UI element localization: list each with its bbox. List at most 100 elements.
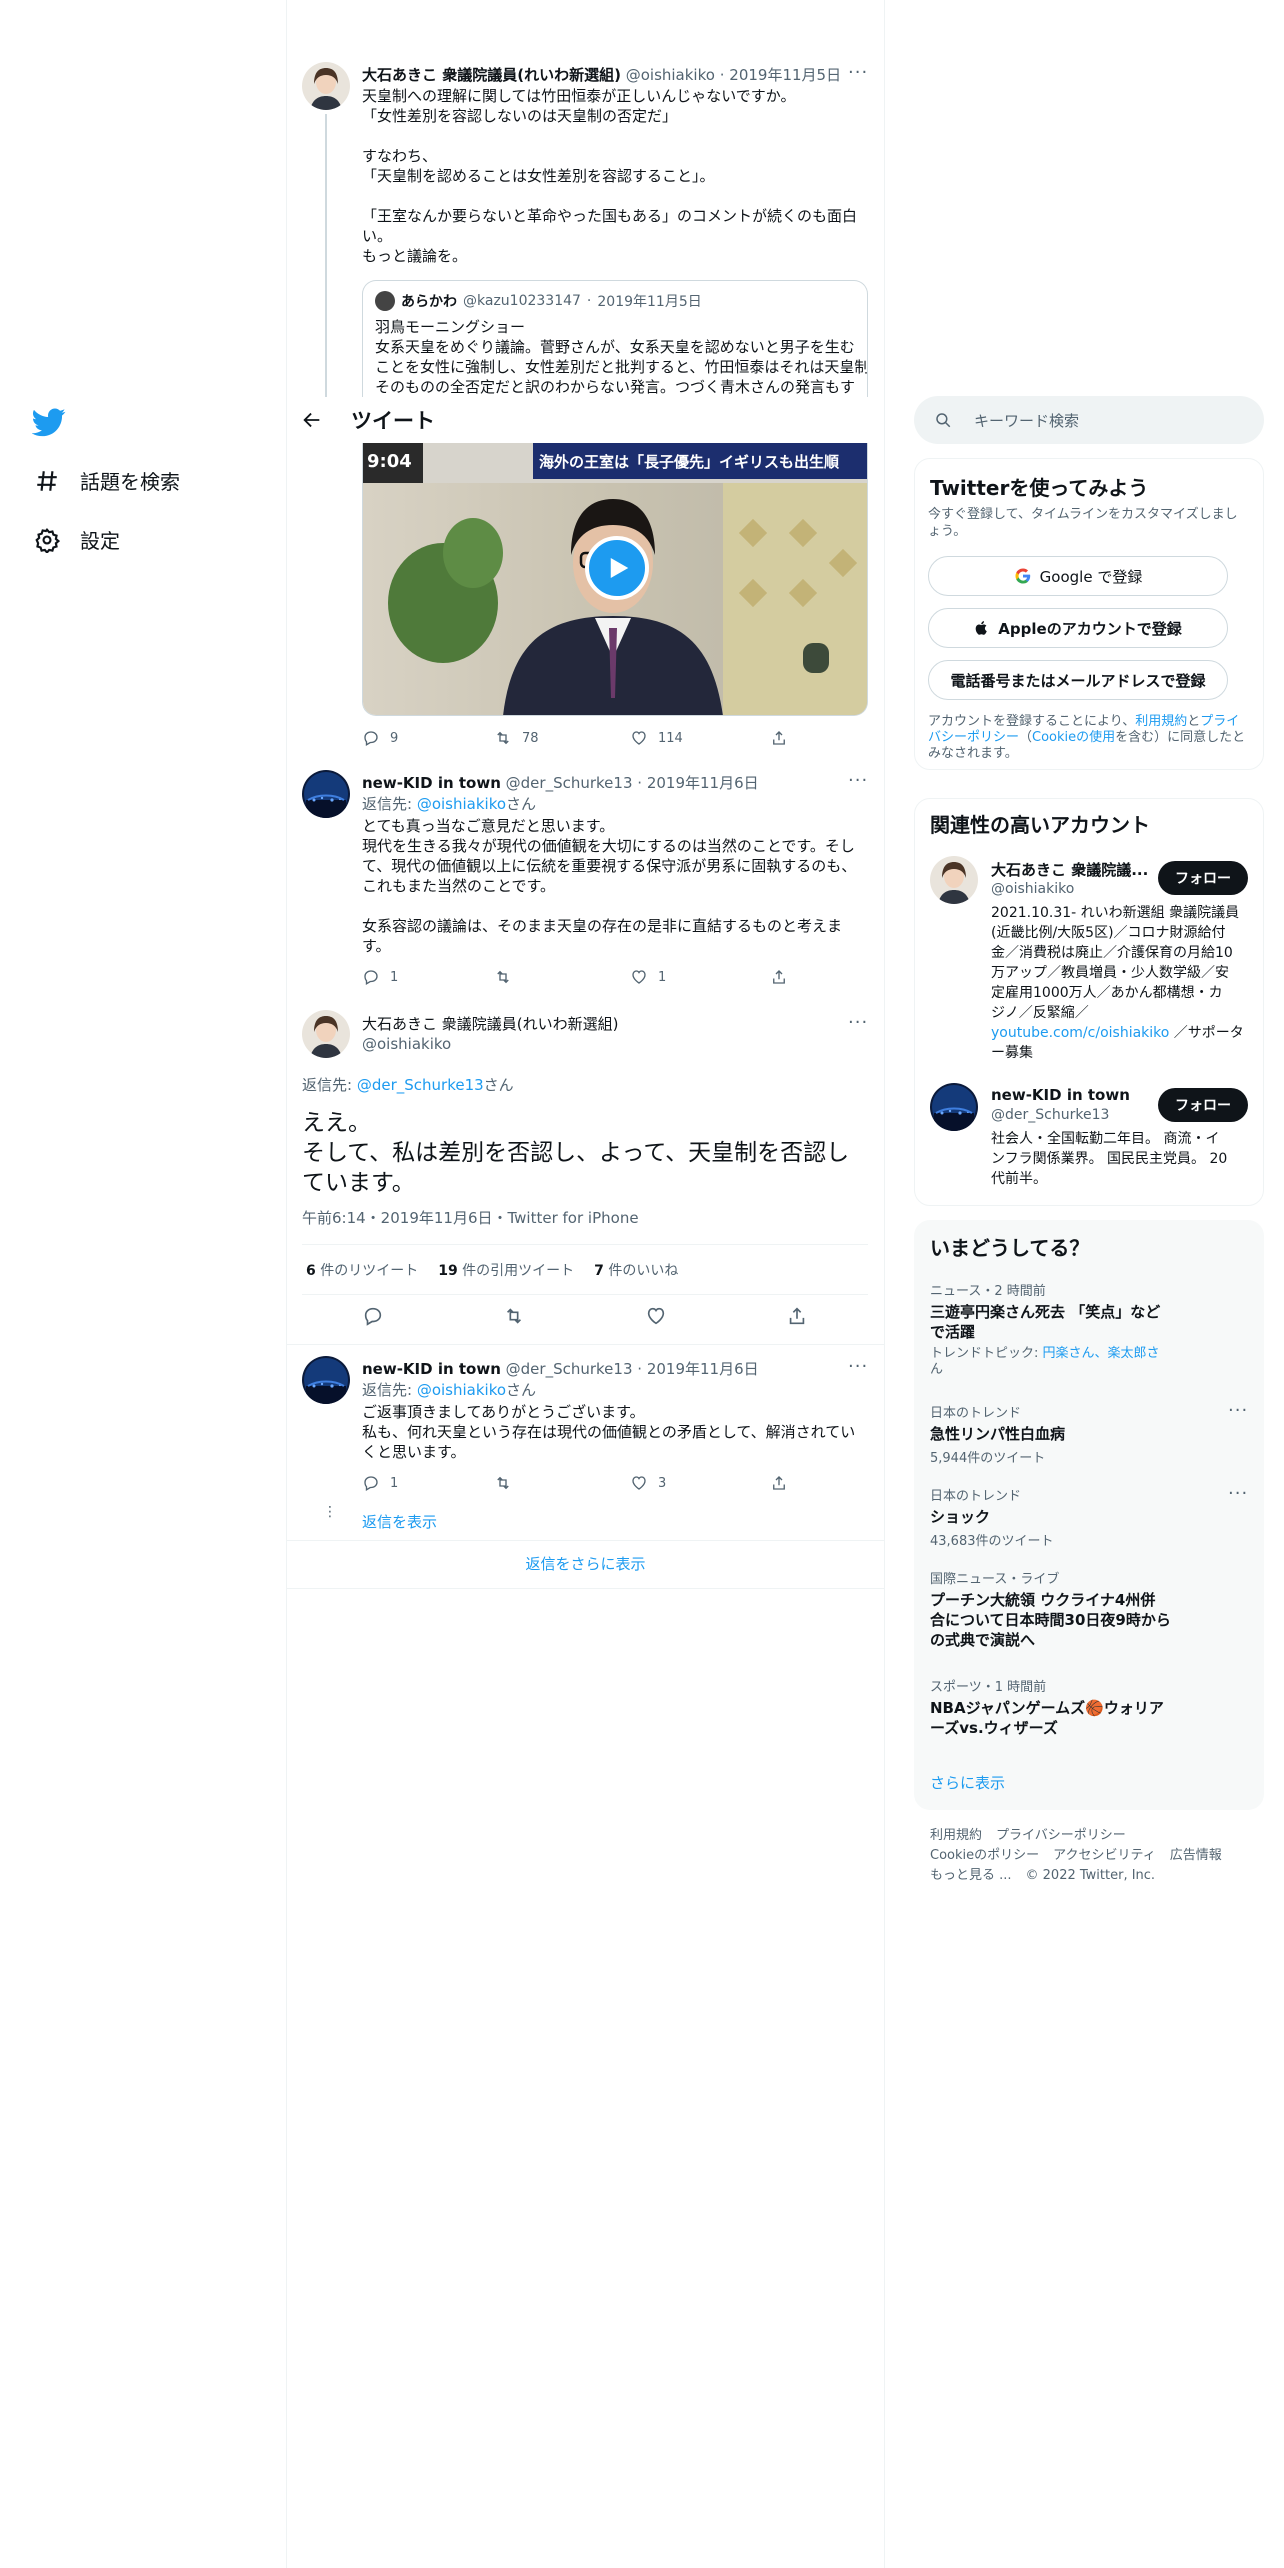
more-options-icon[interactable]: ··· bbox=[848, 1356, 868, 1377]
play-icon[interactable] bbox=[585, 536, 649, 600]
video-player[interactable]: 9:04 海外の王室は「長子優先」イギリスも出生順 bbox=[362, 443, 868, 716]
trend-item[interactable]: 日本のトレンド ショック 43,683件のツイート bbox=[930, 1485, 1250, 1549]
main-author-handle[interactable]: @oishiakiko bbox=[362, 1035, 451, 1053]
trends-show-more-link[interactable]: さらに表示 bbox=[930, 1772, 1005, 1793]
tweet-meta[interactable]: 午前6:14・2019年11月6日・Twitter for iPhone bbox=[302, 1207, 639, 1228]
retweet-icon[interactable] bbox=[503, 1305, 525, 1327]
reply-to-link[interactable]: @der_Schurke13 bbox=[357, 1076, 484, 1094]
tweet-text: とても真っ当なご意見だと思います。 現代を生きる我々が現代の価値観を大切にするの… bbox=[362, 817, 857, 955]
nav-explore-label: 話題を検索 bbox=[80, 470, 180, 494]
avatar[interactable] bbox=[302, 62, 350, 110]
follow-button[interactable]: フォロー bbox=[1158, 1088, 1248, 1122]
like-button[interactable]: 3 bbox=[630, 1474, 770, 1492]
quoted-tweet[interactable]: あらかわ @kazu10233147 · 2019年11月5日 羽鳥モーニングシ… bbox=[362, 280, 868, 397]
apple-signup-label: Appleのアカウントで登録 bbox=[998, 619, 1182, 638]
reply-icon bbox=[364, 970, 378, 985]
reply-button[interactable]: 1 bbox=[362, 968, 494, 986]
like-count: 3 bbox=[658, 1475, 667, 1491]
trends-title: いまどうしてる？ bbox=[930, 1236, 1090, 1260]
phone-signup-button[interactable]: 電話番号またはメールアドレスで登録 bbox=[928, 660, 1228, 700]
search-input[interactable]: キーワード検索 bbox=[914, 396, 1264, 444]
avatar[interactable] bbox=[302, 1010, 350, 1058]
more-options-icon[interactable]: ··· bbox=[848, 62, 868, 83]
related-title: 関連性の高いアカウント bbox=[930, 813, 1150, 837]
terms-link[interactable]: 利用規約 bbox=[1135, 714, 1187, 729]
nav-settings[interactable]: 設定 bbox=[34, 525, 120, 554]
divider bbox=[287, 1540, 884, 1541]
google-signup-button[interactable]: Google で登録 bbox=[928, 556, 1228, 596]
footer-terms-link[interactable]: 利用規約 bbox=[930, 1826, 982, 1846]
avatar[interactable] bbox=[930, 856, 978, 904]
related-account-handle[interactable]: @der_Schurke13 bbox=[991, 1107, 1109, 1123]
author-name[interactable]: new-KID in town bbox=[362, 774, 501, 792]
twitter-logo-icon[interactable] bbox=[31, 405, 66, 439]
tweet-header: new-KID in town @der_Schurke13 · 2019年11… bbox=[362, 774, 759, 792]
retweet-icon bbox=[497, 970, 509, 984]
tweet-date[interactable]: 2019年11月6日 bbox=[647, 1360, 759, 1378]
like-stat[interactable]: 7 件のいいね bbox=[594, 1260, 678, 1280]
retweet-stat[interactable]: 6 件のリツイート bbox=[306, 1260, 418, 1280]
privacy-link[interactable]: バシーポリシー bbox=[928, 730, 1019, 745]
related-account-name[interactable]: 大石あきこ 衆議院議... bbox=[991, 859, 1151, 880]
trend-item[interactable]: スポーツ・1 時間前 NBAジャパンゲームズ🏀ウォリア ーズvs.ウィザーズ bbox=[930, 1676, 1250, 1738]
share-icon bbox=[773, 731, 785, 745]
apple-signup-button[interactable]: Appleのアカウントで登録 bbox=[928, 608, 1228, 648]
retweet-button[interactable] bbox=[494, 968, 630, 986]
footer-accessibility-link[interactable]: アクセシビリティ bbox=[1053, 1846, 1156, 1866]
follow-button[interactable]: フォロー bbox=[1158, 861, 1248, 895]
quote-author-handle: @kazu10233147 bbox=[463, 293, 581, 309]
reply-button[interactable]: 1 bbox=[362, 1474, 494, 1492]
more-options-icon[interactable]: ··· bbox=[1228, 1483, 1248, 1504]
reply-icon[interactable] bbox=[362, 1305, 384, 1327]
avatar[interactable] bbox=[930, 1083, 978, 1131]
heart-icon bbox=[632, 1476, 646, 1490]
privacy-link[interactable]: プライ bbox=[1200, 714, 1239, 729]
main-author-name[interactable]: 大石あきこ 衆議院議員(れいわ新選組) bbox=[362, 1013, 618, 1034]
like-button[interactable]: 114 bbox=[630, 729, 770, 747]
trend-item[interactable]: ニュース・2 時間前 三遊亭円楽さん死去 「笑点」など で活躍 トレンドトピック… bbox=[930, 1280, 1250, 1378]
back-arrow-icon[interactable] bbox=[297, 405, 327, 435]
related-account-handle[interactable]: @oishiakiko bbox=[991, 881, 1074, 897]
trend-item[interactable]: 日本のトレンド 急性リンパ性白血病 5,944件のツイート bbox=[930, 1402, 1250, 1466]
author-handle[interactable]: @oishiakiko bbox=[626, 66, 715, 84]
nav-explore[interactable]: 話題を検索 bbox=[34, 466, 180, 495]
bio-link[interactable]: youtube.com/c/oishiakiko bbox=[991, 1025, 1169, 1041]
share-button[interactable] bbox=[770, 729, 788, 747]
show-replies-link[interactable]: 返信を表示 bbox=[362, 1511, 437, 1532]
trend-item[interactable]: 国際ニュース・ライブ プーチン大統領 ウクライナ4州併 合について日本時間30日… bbox=[930, 1568, 1250, 1650]
footer-more-link[interactable]: もっと見る ... bbox=[930, 1866, 1012, 1886]
like-button[interactable]: 1 bbox=[630, 968, 770, 986]
reply-button[interactable]: 9 bbox=[362, 729, 494, 747]
retweet-button[interactable] bbox=[494, 1474, 630, 1492]
footer-ads-link[interactable]: 広告情報 bbox=[1170, 1846, 1222, 1866]
author-handle[interactable]: @der_Schurke13 bbox=[506, 774, 633, 792]
quote-stat[interactable]: 19 件の引用ツイート bbox=[438, 1260, 574, 1280]
author-name[interactable]: 大石あきこ 衆議院議員(れいわ新選組) bbox=[362, 66, 621, 84]
reply-to-link[interactable]: @oishiakiko bbox=[417, 1381, 506, 1399]
heart-icon bbox=[632, 970, 646, 984]
share-icon[interactable] bbox=[786, 1305, 808, 1327]
avatar[interactable] bbox=[302, 1356, 350, 1404]
avatar[interactable] bbox=[302, 770, 350, 818]
share-button[interactable] bbox=[770, 1474, 788, 1492]
heart-icon[interactable] bbox=[645, 1305, 667, 1327]
related-account-name[interactable]: new-KID in town bbox=[991, 1086, 1130, 1104]
share-button[interactable] bbox=[770, 968, 788, 986]
more-options-icon[interactable]: ··· bbox=[1228, 1400, 1248, 1421]
more-options-icon[interactable]: ··· bbox=[848, 770, 868, 791]
signup-terms: アカウントを登録することにより、利用規約とプライ バシーポリシー（Cookieの… bbox=[928, 714, 1246, 761]
retweet-button[interactable]: 78 bbox=[494, 729, 630, 747]
tweet-date[interactable]: 2019年11月5日 bbox=[729, 66, 841, 84]
footer-privacy-link[interactable]: プライバシーポリシー bbox=[996, 1826, 1126, 1846]
tweet-date[interactable]: 2019年11月6日 bbox=[647, 774, 759, 792]
footer: 利用規約 プライバシーポリシー Cookieのポリシー アクセシビリティ 広告情… bbox=[930, 1826, 1222, 1886]
author-handle[interactable]: @der_Schurke13 bbox=[506, 1360, 633, 1378]
footer-cookie-link[interactable]: Cookieのポリシー bbox=[930, 1846, 1039, 1866]
page-title: ツイート bbox=[351, 409, 435, 433]
reply-to-link[interactable]: @oishiakiko bbox=[417, 795, 506, 813]
video-caption-overlay: 海外の王室は「長子優先」イギリスも出生順 bbox=[539, 453, 840, 471]
author-name[interactable]: new-KID in town bbox=[362, 1360, 501, 1378]
more-options-icon[interactable]: ··· bbox=[848, 1012, 868, 1033]
cookie-link[interactable]: Cookieの使用 bbox=[1032, 730, 1115, 745]
show-more-replies-link[interactable]: 返信をさらに表示 bbox=[287, 1553, 884, 1574]
